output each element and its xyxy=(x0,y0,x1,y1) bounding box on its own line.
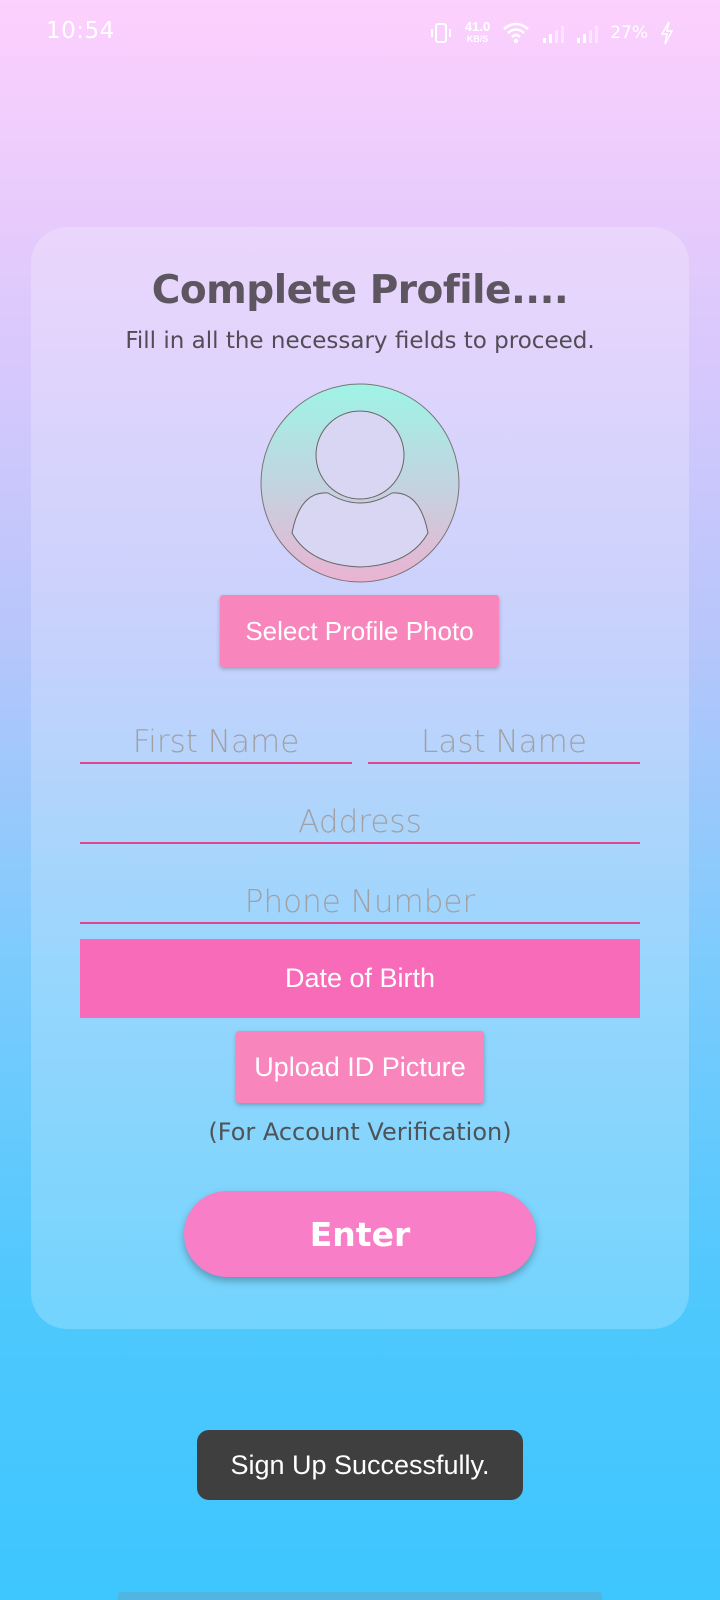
address-field[interactable]: Address xyxy=(80,796,640,844)
status-bar: 10:54 41.0 KB/S 27% xyxy=(0,0,720,64)
charging-icon xyxy=(660,21,674,45)
page-title: Complete Profile.... xyxy=(151,268,569,313)
select-profile-photo-button[interactable]: Select Profile Photo xyxy=(220,595,499,667)
date-of-birth-button[interactable]: Date of Birth xyxy=(80,939,640,1018)
first-name-placeholder: First Name xyxy=(132,724,300,760)
wifi-icon xyxy=(502,21,530,45)
first-name-field[interactable]: First Name xyxy=(80,716,352,764)
battery-percent: 27% xyxy=(610,23,648,43)
navigation-bar-hint xyxy=(118,1592,602,1600)
last-name-placeholder: Last Name xyxy=(421,724,587,760)
signal-icon xyxy=(542,21,565,45)
network-speed: 41.0 KB/S xyxy=(464,19,491,45)
enter-button[interactable]: Enter xyxy=(184,1191,536,1277)
network-speed-unit: KB/S xyxy=(466,34,489,44)
phone-number-field[interactable]: Phone Number xyxy=(80,876,640,924)
phone-number-placeholder: Phone Number xyxy=(244,884,476,920)
vibrate-icon xyxy=(429,21,453,45)
status-time: 10:54 xyxy=(46,18,115,44)
upload-id-picture-button[interactable]: Upload ID Picture xyxy=(236,1031,484,1103)
person-avatar-icon[interactable] xyxy=(260,383,460,583)
address-placeholder: Address xyxy=(298,804,422,840)
verification-note: (For Account Verification) xyxy=(208,1118,512,1146)
signal-icon xyxy=(576,21,599,45)
status-icons: 41.0 KB/S 27% xyxy=(429,16,674,50)
last-name-field[interactable]: Last Name xyxy=(368,716,640,764)
toast-message: Sign Up Successfully. xyxy=(197,1430,523,1500)
page-subtitle: Fill in all the necessary fields to proc… xyxy=(125,328,595,354)
network-speed-value: 41.0 xyxy=(464,19,491,34)
